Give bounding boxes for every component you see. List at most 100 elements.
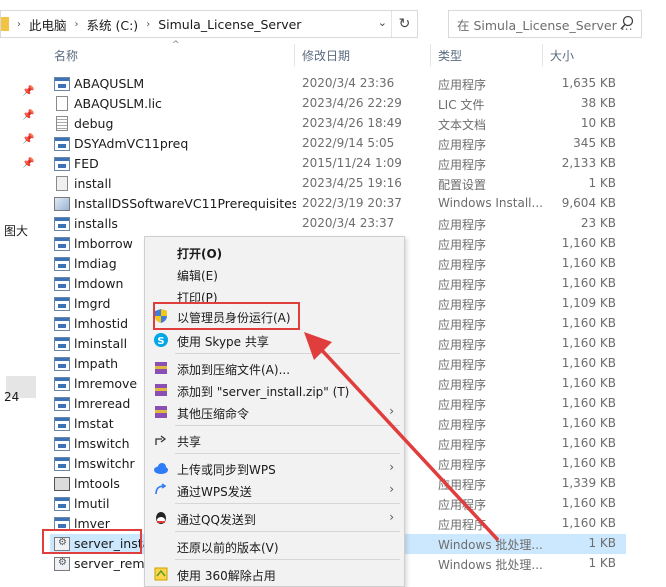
file-row[interactable]: InstallDSSoftwareVC11Prerequisites_x... 2… [50,194,626,214]
refresh-icon: ↻ [398,16,411,32]
file-type: 文本文档 [438,118,487,132]
menu-item-wps-upload[interactable]: 上传或同步到WPS › [145,457,404,479]
file-date: 2023/4/25 19:16 [302,176,402,190]
chevron-right-icon: › [17,18,21,30]
menu-item-360-unlock[interactable]: 使用 360解除占用 [145,563,404,585]
menu-item-add-zip[interactable]: 添加到 "server_install.zip" (T) [145,379,404,401]
search-placeholder: 在 Simula_License_Server ... [457,17,633,33]
file-type: 应用程序 [438,218,487,232]
sort-up-icon: ^ [172,40,180,50]
file-size: 23 KB [580,216,616,230]
breadcrumb-c-drive[interactable]: 系统 (C:) [87,15,139,34]
chevron-right-icon: › [146,18,151,30]
menu-item-edit[interactable]: 编辑(E) [145,263,404,285]
file-exe-icon [54,217,70,231]
address-bar[interactable]: › 此电脑 › 系统 (C:) › Simula_License_Server … [0,10,418,38]
file-type: 应用程序 [438,498,487,512]
file-txt-icon [56,116,68,131]
file-row[interactable]: install 2023/4/25 19:16 配置设置 1 KB [50,174,626,194]
file-size: 1,160 KB [561,396,616,410]
column-date[interactable]: 修改日期 [302,47,350,64]
chevron-down-icon[interactable]: ⌄ [378,16,387,29]
file-size: 1,160 KB [561,236,616,250]
file-date: 2015/11/24 1:09 [302,156,402,170]
file-type: 应用程序 [438,518,487,532]
breadcrumb-this-pc[interactable]: 此电脑 [29,15,67,34]
menu-item-qq-send[interactable]: 通过QQ发送到 › [145,507,404,529]
file-type: 配置设置 [438,178,487,192]
column-divider[interactable] [542,44,543,66]
file-name: lmborrow [74,236,133,251]
file-type: 应用程序 [438,378,487,392]
file-name: DSYAdmVC11preq [74,136,189,151]
file-date: 2022/3/19 20:37 [302,196,402,210]
file-exe-icon [54,457,70,471]
file-name: lmdown [74,276,124,291]
file-doc-icon [56,96,68,111]
file-name: lmstat [74,416,114,431]
qq-icon [156,512,166,524]
menu-item-skype-share[interactable]: S 使用 Skype 共享 [145,329,404,351]
column-type[interactable]: 类型 [438,47,462,64]
chevron-right-icon: › [389,482,394,496]
menu-separator [175,503,400,504]
file-row[interactable]: ABAQUSLM.lic 2023/4/26 22:29 LIC 文件 38 KB [50,94,626,114]
share-icon [155,435,167,445]
file-exe-icon [54,497,70,511]
file-type: 应用程序 [438,398,487,412]
menu-item-other-compress[interactable]: 其他压缩命令 › [145,401,404,423]
file-type: 应用程序 [438,458,487,472]
chevron-right-icon: › [74,18,79,30]
cloud-icon [154,463,168,474]
column-divider[interactable] [430,44,431,66]
file-type: 应用程序 [438,238,487,252]
file-exe-icon [54,417,70,431]
file-name: install [74,176,112,191]
menu-separator [175,353,400,354]
nav-item-label[interactable]: 图大 [4,222,28,239]
file-size: 1 KB [588,536,616,550]
file-row[interactable]: FED 2015/11/24 1:09 应用程序 2,133 KB [50,154,626,174]
menu-separator [175,559,400,560]
file-name: installs [74,216,118,231]
file-size: 1 KB [588,556,616,570]
file-name: ABAQUSLM [74,76,145,91]
winrar-icon [155,384,167,396]
file-size: 1,160 KB [561,376,616,390]
column-size[interactable]: 大小 [550,47,574,64]
file-exe-icon [54,137,70,151]
chevron-right-icon: › [389,404,394,418]
file-row[interactable]: ABAQUSLM 2020/3/4 23:36 应用程序 1,635 KB [50,74,626,94]
file-type: Windows 批处理... [438,538,542,552]
chevron-right-icon: › [389,460,394,474]
column-name[interactable]: 名称 [54,47,78,64]
menu-item-wps-send[interactable]: 通过WPS发送 › [145,479,404,501]
column-divider[interactable] [294,44,295,66]
file-exe-icon [54,397,70,411]
file-date: 2023/4/26 18:49 [302,116,402,130]
menu-item-add-archive[interactable]: 添加到压缩文件(A)... [145,357,404,379]
nav-item-label[interactable]: 24 [4,390,19,404]
send-icon [155,483,167,495]
file-size: 1,339 KB [561,476,616,490]
file-size: 1,160 KB [561,456,616,470]
file-cfg-icon [56,176,68,191]
breadcrumb-folder[interactable]: Simula_License_Server [158,17,301,32]
file-row[interactable]: debug 2023/4/26 18:49 文本文档 10 KB [50,114,626,134]
file-size: 1,160 KB [561,276,616,290]
file-row[interactable]: installs 2020/3/4 23:37 应用程序 23 KB [50,214,626,234]
search-input[interactable]: 在 Simula_License_Server ... [448,10,642,38]
menu-item-share[interactable]: 共享 [145,429,404,451]
pin-icon: 📌 [22,86,35,97]
refresh-button[interactable]: ↻ [391,11,417,37]
menu-item-open[interactable]: 打开(O) [145,241,404,263]
file-size: 1,635 KB [561,76,616,90]
file-name: lmhostid [74,316,129,331]
menu-separator [175,531,400,532]
folder-icon [1,17,9,31]
menu-item-restore[interactable]: 还原以前的版本(V) [145,535,404,557]
file-type: LIC 文件 [438,98,485,112]
file-type: Windows 批处理... [438,558,542,572]
file-row[interactable]: DSYAdmVC11preq 2022/9/14 5:05 应用程序 345 KB [50,134,626,154]
file-size: 9,604 KB [561,196,616,210]
